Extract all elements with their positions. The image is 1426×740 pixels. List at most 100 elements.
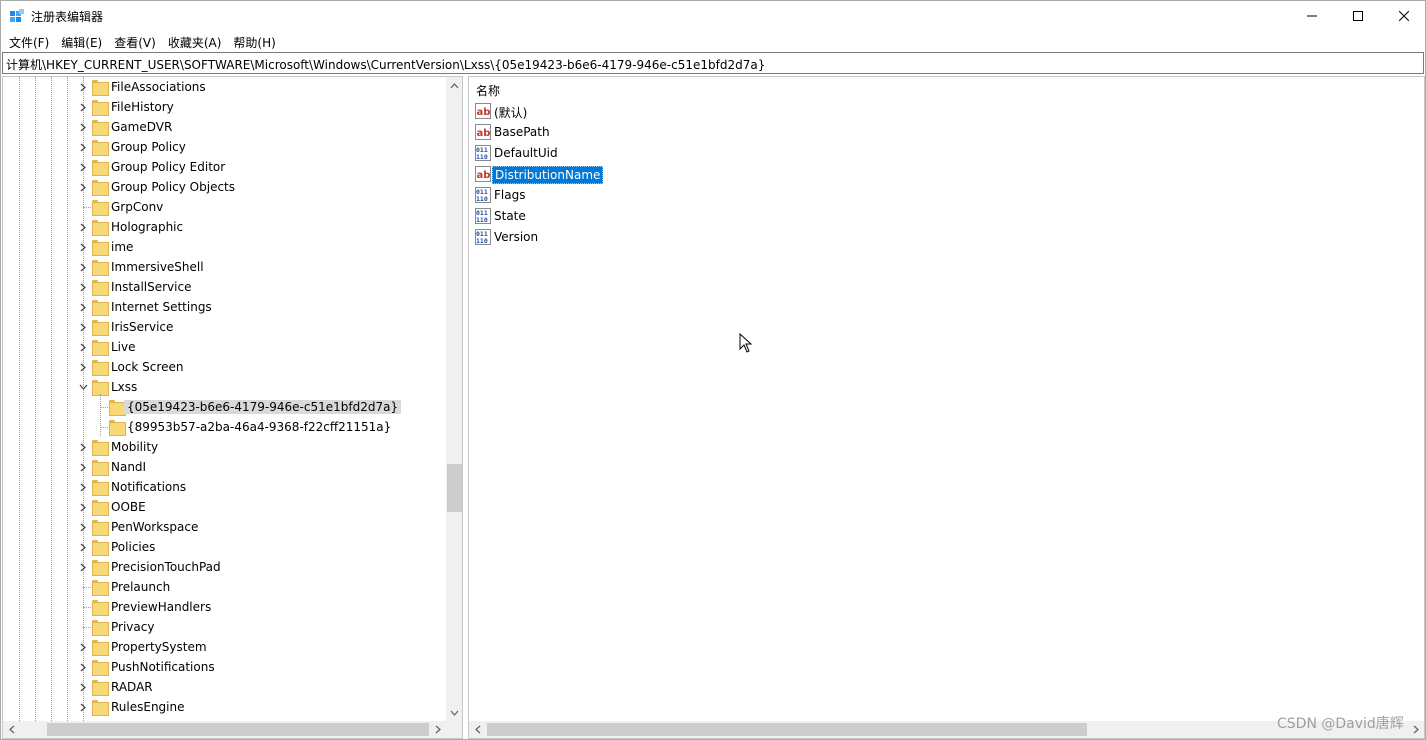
expand-button[interactable] xyxy=(76,700,90,714)
tree-item[interactable]: ImmersiveShell xyxy=(3,257,446,277)
column-header-name[interactable]: 名称 xyxy=(476,82,500,99)
menu-view[interactable]: 查看(V) xyxy=(108,31,162,51)
chevron-up-icon xyxy=(450,82,459,88)
menu-file[interactable]: 文件(F) xyxy=(3,31,55,51)
scroll-right-button[interactable] xyxy=(429,721,446,738)
scroll-left-button[interactable] xyxy=(469,721,486,738)
tree-item[interactable]: PrecisionTouchPad xyxy=(3,557,446,577)
tree-guide-line xyxy=(100,394,101,436)
expand-button[interactable] xyxy=(76,260,90,274)
tree-item[interactable]: Policies xyxy=(3,537,446,557)
chevron-right-icon xyxy=(80,483,86,491)
expand-button[interactable] xyxy=(76,560,90,574)
expand-button[interactable] xyxy=(76,140,90,154)
scroll-right-button[interactable] xyxy=(1407,721,1424,738)
tree-item[interactable]: PushNotifications xyxy=(3,657,446,677)
expand-button[interactable] xyxy=(76,80,90,94)
scroll-down-button[interactable] xyxy=(446,704,462,721)
tree-item[interactable]: PreviewHandlers xyxy=(3,597,446,617)
scroll-thumb[interactable] xyxy=(447,464,462,512)
address-path[interactable]: 计算机\HKEY_CURRENT_USER\SOFTWARE\Microsoft… xyxy=(6,56,765,73)
menu-favorites[interactable]: 收藏夹(A) xyxy=(162,31,228,51)
scroll-up-button[interactable] xyxy=(446,77,462,94)
tree-item[interactable]: PenWorkspace xyxy=(3,517,446,537)
expand-button[interactable] xyxy=(76,460,90,474)
scroll-thumb[interactable] xyxy=(487,723,1087,736)
expand-button[interactable] xyxy=(76,480,90,494)
menu-edit[interactable]: 编辑(E) xyxy=(55,31,108,51)
tree-item[interactable]: RulesEngine xyxy=(3,697,446,717)
tree-item[interactable]: Holographic xyxy=(3,217,446,237)
tree-item[interactable]: GrpConv xyxy=(3,197,446,217)
expand-button[interactable] xyxy=(76,640,90,654)
chevron-down-icon xyxy=(450,710,459,716)
expand-button[interactable] xyxy=(76,220,90,234)
scroll-left-button[interactable] xyxy=(3,721,20,738)
tree-item[interactable]: InstallService xyxy=(3,277,446,297)
expand-button[interactable] xyxy=(76,660,90,674)
tree-item[interactable]: NandI xyxy=(3,457,446,477)
tree-item[interactable]: Group Policy Objects xyxy=(3,177,446,197)
expand-button[interactable] xyxy=(76,540,90,554)
expand-button[interactable] xyxy=(76,180,90,194)
tree-item[interactable]: Lock Screen xyxy=(3,357,446,377)
tree-item-label: Live xyxy=(111,340,136,354)
key-tree-pane[interactable]: FileAssociations FileHistory GameDVR Group … xyxy=(2,76,463,739)
expand-button[interactable] xyxy=(76,300,90,314)
expand-button[interactable] xyxy=(76,100,90,114)
expand-button[interactable] xyxy=(76,440,90,454)
tree-item[interactable]: {05e19423-b6e6-4179-946e-c51e1bfd2d7a} xyxy=(3,397,446,417)
tree-item[interactable]: {89953b57-a2ba-46a4-9368-f22cff21151a} xyxy=(3,417,446,437)
menu-help[interactable]: 帮助(H) xyxy=(227,31,281,51)
tree-item[interactable]: Privacy xyxy=(3,617,446,637)
folder-icon xyxy=(92,180,109,196)
tree-item[interactable]: FileHistory xyxy=(3,97,446,117)
tree-item[interactable]: Internet Settings xyxy=(3,297,446,317)
chevron-right-icon xyxy=(435,725,441,734)
minimize-button[interactable] xyxy=(1289,1,1335,31)
expand-button[interactable] xyxy=(76,500,90,514)
tree-item[interactable]: Group Policy Editor xyxy=(3,157,446,177)
address-bar[interactable]: 计算机\HKEY_CURRENT_USER\SOFTWARE\Microsoft… xyxy=(2,52,1424,74)
folder-icon xyxy=(92,500,109,516)
tree-item[interactable]: FileAssociations xyxy=(3,77,446,97)
expand-button[interactable] xyxy=(76,240,90,254)
menu-bar: 文件(F) 编辑(E) 查看(V) 收藏夹(A) 帮助(H) xyxy=(1,31,1425,51)
expand-button[interactable] xyxy=(76,320,90,334)
chevron-right-icon xyxy=(80,503,86,511)
tree-item[interactable]: Mobility xyxy=(3,437,446,457)
maximize-button[interactable] xyxy=(1335,1,1381,31)
tree-item[interactable]: Live xyxy=(3,337,446,357)
tree-item-label: Group Policy xyxy=(111,140,186,154)
tree-item[interactable]: Notifications xyxy=(3,477,446,497)
tree-item[interactable]: RADAR xyxy=(3,677,446,697)
chevron-right-icon xyxy=(80,643,86,651)
expand-button[interactable] xyxy=(76,680,90,694)
close-button[interactable] xyxy=(1381,1,1426,31)
chevron-left-icon xyxy=(8,725,14,734)
tree-item[interactable]: Group Policy xyxy=(3,137,446,157)
values-pane[interactable]: 名称 ab (默认) ab BasePath 011 110 DefaultUid ab Dis… xyxy=(468,76,1425,739)
expand-button[interactable] xyxy=(76,520,90,534)
tree-item[interactable]: OOBE xyxy=(3,497,446,517)
expand-button[interactable] xyxy=(76,280,90,294)
tree-item-label: FileAssociations xyxy=(111,80,206,94)
string-value-icon: ab xyxy=(475,166,491,182)
expand-button[interactable] xyxy=(76,160,90,174)
scroll-thumb[interactable] xyxy=(47,723,429,736)
tree-item[interactable]: PropertySystem xyxy=(3,637,446,657)
tree-item[interactable]: Lxss xyxy=(3,377,446,397)
tree-item[interactable]: Prelaunch xyxy=(3,577,446,597)
folder-icon xyxy=(92,120,109,136)
expand-button[interactable] xyxy=(76,360,90,374)
expand-button[interactable] xyxy=(76,340,90,354)
expand-button[interactable] xyxy=(76,380,90,394)
tree-vertical-scrollbar[interactable] xyxy=(446,77,462,721)
tree-item[interactable]: GameDVR xyxy=(3,117,446,137)
chevron-right-icon xyxy=(80,163,86,171)
expand-button[interactable] xyxy=(76,120,90,134)
title-bar[interactable]: 注册表编辑器 xyxy=(1,1,1425,31)
tree-item[interactable]: ime xyxy=(3,237,446,257)
tree-item[interactable]: IrisService xyxy=(3,317,446,337)
tree-horizontal-scrollbar[interactable] xyxy=(3,721,446,738)
